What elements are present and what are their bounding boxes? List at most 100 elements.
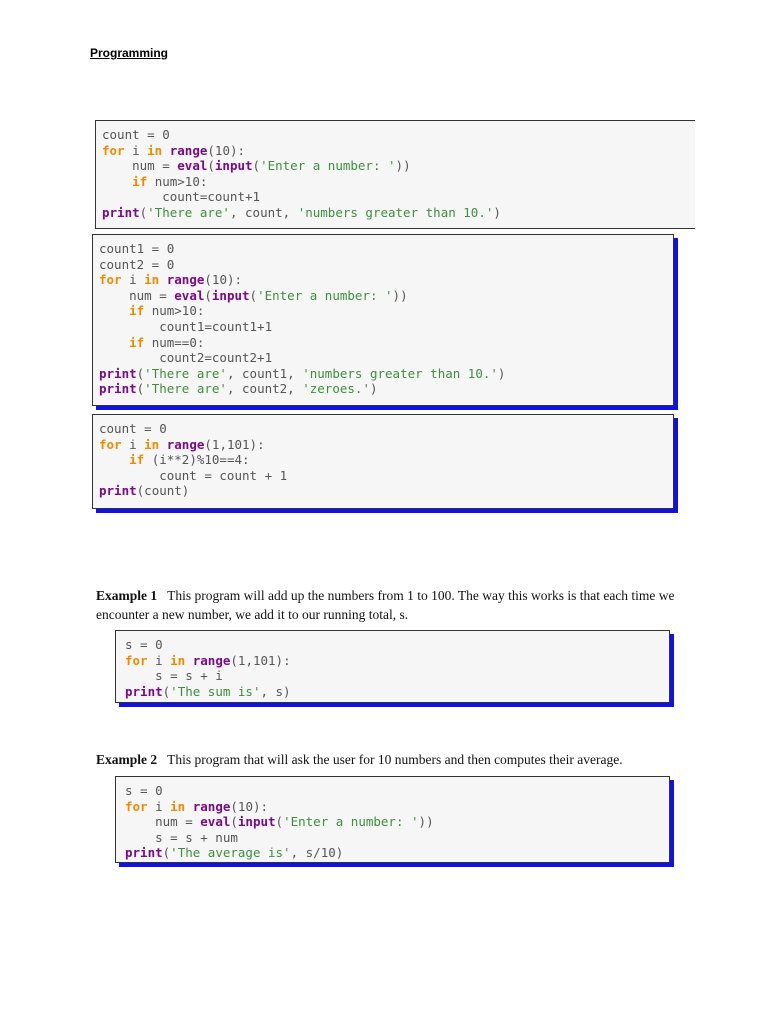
code-line: print('There are', count1, 'numbers grea… (99, 366, 673, 382)
code-text: num==0: (144, 334, 205, 350)
code-text: )) (395, 158, 411, 174)
code-text: num = (125, 814, 201, 830)
code-line: s = s + i (125, 668, 669, 684)
code-builtin: range (166, 272, 205, 288)
example-2-paragraph: Example 2 This program that will ask the … (96, 750, 696, 769)
code-line: num = eval(input('Enter a number: ')) (125, 814, 669, 830)
code-block-squares: count = 0 for i in range(1,101): if (i**2… (92, 414, 674, 509)
code-block-count-greater: count = 0 for i in range(10): num = eval(… (95, 120, 695, 229)
code-text: s = s + num (125, 829, 238, 845)
code-keyword: in (147, 142, 163, 158)
code-builtin: range (169, 142, 208, 158)
code-text: i (121, 436, 145, 452)
code-builtin: print (99, 483, 137, 499)
code-line: count = count + 1 (99, 468, 673, 484)
code-block-sum: s = 0 for i in range(1,101): s = s + i pri… (115, 630, 670, 703)
code-builtin: eval (200, 814, 231, 830)
page-title: Programming (90, 46, 169, 60)
code-builtin: eval (174, 287, 205, 303)
code-line: num = eval(input('Enter a number: ')) (102, 158, 695, 174)
code-line: print('The average is', s/10) (125, 845, 669, 861)
code-keyword: for (125, 652, 148, 668)
code-line: for i in range(1,101): (99, 437, 673, 453)
code-text: ( (207, 158, 215, 174)
code-builtin: print (99, 365, 137, 381)
code-line: for i in range(1,101): (125, 653, 669, 669)
code-keyword: if (129, 452, 145, 468)
code-text: i (147, 652, 171, 668)
code-text: , s/10) (290, 845, 344, 861)
code-string: 'numbers greater than 10.' (302, 365, 498, 381)
code-line: count1=count1+1 (99, 319, 673, 335)
code-text: ( (252, 158, 261, 174)
code-line: count2=count2+1 (99, 350, 673, 366)
example-1-paragraph: Example 1 This program will add up the nu… (96, 586, 676, 624)
code-line: num = eval(input('Enter a number: ')) (99, 288, 673, 304)
code-builtin: print (99, 381, 137, 397)
code-line: if num==0: (99, 335, 673, 351)
code-string: 'Enter a number: ' (260, 158, 396, 174)
code-builtin: input (214, 158, 253, 174)
code-line: for i in range(10): (99, 272, 673, 288)
code-text: count2 = 0 (99, 256, 175, 272)
code-text: , count2, (226, 381, 303, 397)
code-keyword: for (102, 142, 125, 158)
code-line: print('There are', count, 'numbers great… (102, 205, 695, 221)
code-text: )) (392, 287, 408, 303)
example-2-label: Example 2 (96, 752, 158, 767)
code-text: , count, (229, 204, 298, 220)
code-text: (1,101): (230, 652, 291, 668)
code-text: ( (249, 287, 258, 303)
code-text: count = 0 (99, 421, 167, 436)
code-string: 'The average is' (170, 845, 291, 861)
code-builtin: input (211, 287, 250, 303)
example-1-text: This program will add up the numbers fro… (96, 588, 675, 622)
code-text: i (147, 798, 171, 814)
code-line: s = s + num (125, 830, 669, 846)
code-line: s = 0 (125, 637, 669, 653)
code-text: count = 0 (102, 127, 170, 142)
code-text: num>10: (147, 173, 208, 189)
code-text: (10): (230, 798, 269, 814)
code-text: ) (493, 204, 501, 220)
code-text: num = (102, 158, 178, 174)
code-text: )) (418, 814, 434, 830)
code-builtin: range (166, 436, 205, 452)
code-keyword: for (99, 272, 122, 288)
code-builtin: print (102, 204, 140, 220)
code-keyword: in (144, 436, 160, 452)
code-text: (10): (207, 142, 246, 158)
code-builtin: print (125, 683, 163, 699)
code-line: count2 = 0 (99, 257, 673, 273)
code-builtin: eval (177, 158, 208, 174)
code-text: count2=count2+1 (99, 350, 273, 366)
code-text: i (121, 272, 145, 288)
code-builtin: print (125, 845, 163, 861)
code-text: s = 0 (125, 637, 163, 652)
code-text: ( (230, 814, 238, 830)
code-text: i (124, 142, 148, 158)
code-keyword: in (170, 652, 186, 668)
code-line: count=count+1 (102, 189, 695, 205)
example-1-label: Example 1 (96, 588, 158, 603)
code-builtin: input (237, 814, 276, 830)
code-line: for i in range(10): (125, 799, 669, 815)
code-string: 'zeroes.' (302, 381, 370, 397)
code-string: 'numbers greater than 10.' (297, 204, 494, 220)
code-string: 'There are' (144, 365, 227, 381)
code-line: count = 0 (99, 421, 673, 437)
code-line: print(count) (99, 483, 673, 499)
code-text: s = s + i (125, 668, 223, 684)
code-text: count = count + 1 (99, 467, 288, 483)
code-builtin: range (192, 652, 231, 668)
code-text: (i**2)%10==4: (144, 452, 250, 468)
code-text: ( (204, 287, 212, 303)
code-keyword: for (125, 798, 148, 814)
code-line: print('The sum is', s) (125, 684, 669, 700)
example-2-text: This program that will ask the user for … (167, 752, 623, 767)
